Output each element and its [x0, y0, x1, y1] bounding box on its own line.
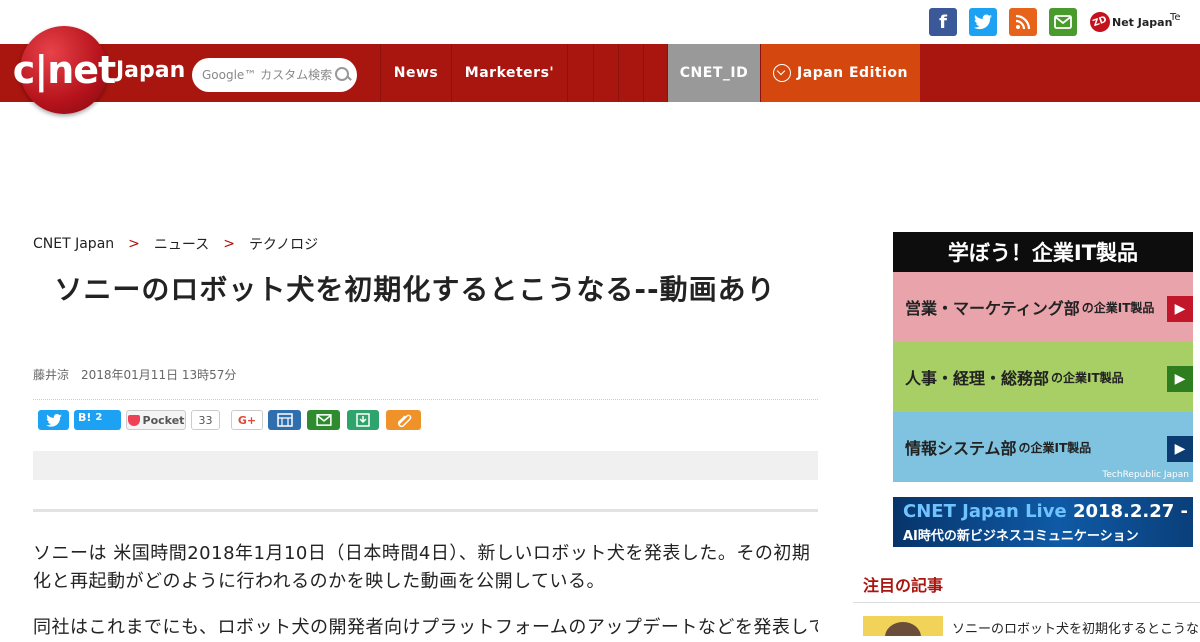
envelope-icon — [1054, 15, 1072, 29]
share-hatena-button[interactable]: B! 2 — [74, 410, 121, 430]
zdnet-logo-icon: ZD — [1087, 9, 1113, 35]
breadcrumb-technology[interactable]: テクノロジ — [249, 234, 318, 254]
share-twitter-button[interactable] — [38, 410, 69, 430]
ranking-item-title[interactable]: ソニーのロボット犬を初期化するとこうなる — [952, 618, 1200, 637]
cnet-live-banner[interactable]: CNET Japan Live 2018.2.27 - 28 AI時代の新ビジネ… — [893, 497, 1200, 547]
ad-band-hr[interactable]: 人事・経理・総務部 の企業IT製品 ▶ — [893, 342, 1193, 412]
paperclip-icon — [397, 414, 411, 427]
nav-marketers[interactable]: Marketers' — [451, 44, 567, 102]
share-pocket-button[interactable]: Pocket — [126, 410, 186, 430]
article-divider — [33, 509, 818, 512]
envelope-icon — [315, 414, 332, 426]
rss-glyph-icon — [1015, 14, 1031, 30]
ad-band-sales[interactable]: 営業・マーケティング部 の企業IT製品 ▶ — [893, 272, 1193, 342]
logo-japan-label: Japan — [116, 58, 186, 83]
techrepublic-label: Te — [1170, 12, 1181, 23]
play-arrow-icon: ▶ — [1167, 296, 1193, 322]
article-title: ソニーのロボット犬を初期化するとこうなる--動画あり — [54, 273, 776, 306]
nav-empty-2[interactable] — [593, 44, 618, 102]
ad-band-hr-suffix: の企業IT製品 — [1051, 370, 1124, 385]
live-subtitle: AI時代の新ビジネスコミュニケーション — [903, 529, 1139, 544]
nav-marketers-label: Marketers' — [464, 65, 555, 81]
ad-band-sales-suffix: の企業IT製品 — [1081, 300, 1155, 315]
breadcrumb: CNET Japan > ニュース > テクノロジ — [33, 234, 318, 254]
ad-placeholder-bar — [33, 451, 818, 480]
download-icon — [356, 413, 370, 427]
nav-empty-1[interactable] — [567, 44, 593, 102]
zdnet-japan-link[interactable]: ZD Net Japan — [1087, 9, 1173, 35]
live-brand: CNET Japan Live — [903, 501, 1067, 522]
article-paragraph-1: ソニーは 米国時間2018年1月10日（日本時間4日）、新しいロボット犬を発表し… — [33, 543, 811, 592]
pocket-icon — [127, 414, 140, 426]
article-paragraph-2: 同社はこれまでにも、ロボット犬の開発者向けプラットフォームのアップデートなどを発… — [33, 617, 818, 638]
live-headline: CNET Japan Live 2018.2.27 - 28 — [903, 501, 1200, 522]
facebook-glyph: f — [939, 11, 947, 33]
nav-empty-3[interactable] — [618, 44, 643, 102]
ranking-thumbnail[interactable] — [863, 616, 943, 636]
edition-chevron-icon — [773, 64, 792, 82]
hatena-icon: B! — [78, 410, 92, 424]
ad-band-hr-label: 人事・経理・総務部 — [905, 369, 1050, 388]
breadcrumb-news[interactable]: ニュース — [154, 234, 209, 254]
ad-band-it-suffix: の企業IT製品 — [1018, 440, 1092, 455]
nav-cnet-id[interactable]: CNET_ID — [667, 44, 760, 102]
ad-band-it-label: 情報システム部 — [905, 439, 1017, 458]
play-arrow-icon: ▶ — [1167, 366, 1193, 392]
sidebar-it-products-ad[interactable]: 学ぼう！企業IT製品 営業・マーケティング部 の企業IT製品 ▶ 人事・経理・総務… — [893, 232, 1193, 482]
search-box — [192, 58, 357, 92]
cnet-logo-text: c|net — [12, 48, 116, 92]
mail-icon[interactable] — [1049, 8, 1077, 36]
ad-title: 学ぼう！企業IT製品 — [893, 232, 1193, 272]
nav-news[interactable]: News — [380, 44, 451, 102]
ad-band-sales-label: 営業・マーケティング部 — [905, 299, 1080, 318]
print-button[interactable] — [268, 410, 301, 430]
techrepublic-link[interactable]: Te — [1170, 12, 1181, 23]
nav-japan-edition[interactable]: Japan Edition — [760, 44, 920, 102]
nav-news-label: News — [393, 65, 439, 81]
print-icon — [276, 413, 293, 427]
save-button[interactable] — [347, 410, 379, 430]
pocket-count: 33 — [191, 410, 220, 430]
twitter-icon[interactable] — [969, 8, 997, 36]
search-icon[interactable] — [334, 66, 352, 84]
cnet-logo[interactable]: c|net — [13, 26, 116, 114]
zdnet-label: Net Japan — [1112, 15, 1173, 29]
twitter-icon — [45, 413, 62, 427]
sidebar-section-title: 注目の記事 — [863, 576, 944, 595]
share-google-plus-button[interactable]: G+ — [231, 410, 263, 430]
nav-edition-label: Japan Edition — [797, 65, 908, 81]
search-input[interactable] — [200, 67, 334, 83]
hatena-count: 2 — [95, 411, 103, 423]
ad-credit: TechRepublic Japan — [1102, 470, 1189, 480]
breadcrumb-home[interactable]: CNET Japan — [33, 236, 114, 252]
meta-divider — [33, 399, 818, 400]
breadcrumb-separator: > — [128, 236, 140, 252]
facebook-icon[interactable]: f — [929, 8, 957, 36]
pocket-label: Pocket — [142, 413, 185, 427]
sidebar-divider — [853, 602, 1200, 603]
breadcrumb-separator: > — [223, 236, 235, 252]
share-mail-button[interactable] — [307, 410, 340, 430]
live-date: 2018.2.27 - 28 — [1072, 501, 1200, 522]
top-social-bar: f ZD Net Japan Te — [0, 0, 1200, 44]
article-meta: 藤井涼 2018年01月11日 13時57分 — [33, 368, 237, 382]
clip-button[interactable] — [386, 410, 421, 430]
nav-cnet-id-label: CNET_ID — [679, 65, 749, 81]
ad-band-it[interactable]: 情報システム部 の企業IT製品 ▶ TechRepublic Japan — [893, 412, 1193, 482]
play-arrow-icon: ▶ — [1167, 436, 1193, 462]
nav-empty-4[interactable] — [643, 44, 667, 102]
rss-icon[interactable] — [1009, 8, 1037, 36]
twitter-bird-icon — [974, 14, 992, 30]
